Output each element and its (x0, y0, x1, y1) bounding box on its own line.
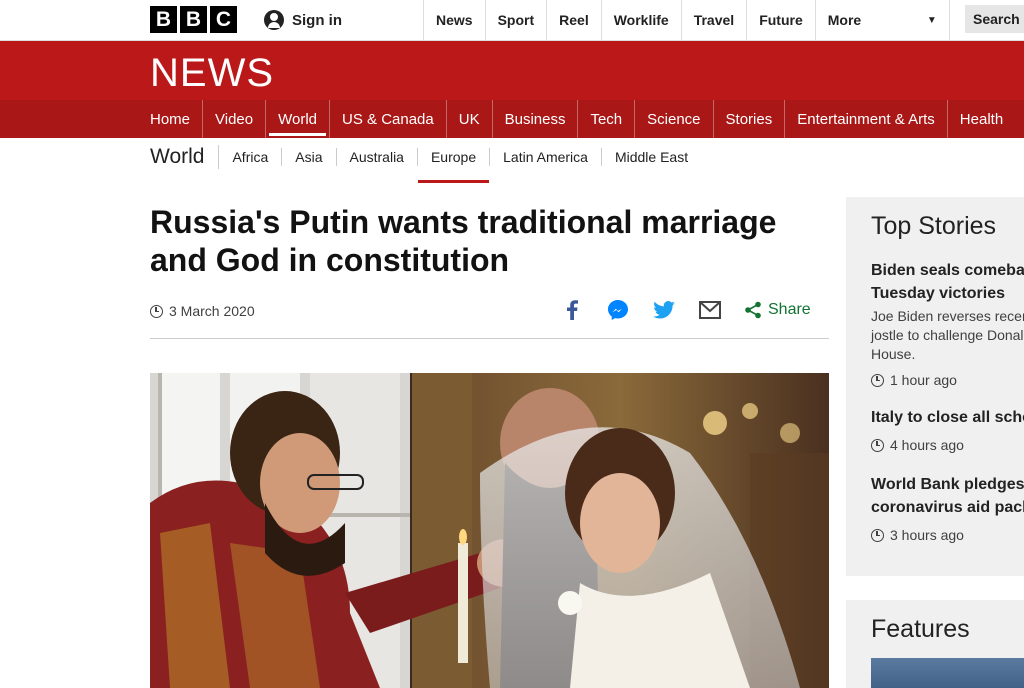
more-label: More (827, 12, 862, 28)
article-headline: Russia's Putin wants traditional marriag… (150, 204, 777, 278)
subnav-middle-east[interactable]: Middle East (602, 148, 701, 166)
news-nav-uk[interactable]: UK (445, 100, 492, 138)
subnav-africa[interactable]: Africa (219, 148, 283, 166)
subnav-europe[interactable]: Europe (417, 148, 491, 183)
facebook-icon[interactable] (560, 298, 584, 322)
top-story-title[interactable]: World Bank pledges $12bn coronavirus aid… (871, 473, 1024, 519)
news-nav: Home Video World US & Canada UK Business… (0, 100, 1024, 138)
clock-icon (871, 373, 884, 387)
clock-icon (150, 304, 163, 318)
news-nav-science[interactable]: Science (634, 100, 712, 138)
news-nav-business[interactable]: Business (491, 100, 578, 138)
top-nav-travel[interactable]: Travel (680, 0, 746, 40)
bbc-logo[interactable]: B B C (150, 6, 237, 33)
subnav-australia[interactable]: Australia (337, 148, 418, 166)
top-nav-future[interactable]: Future (746, 0, 815, 40)
news-nav-tech[interactable]: Tech (577, 100, 634, 138)
news-nav-video[interactable]: Video (202, 100, 265, 138)
news-nav-us-canada[interactable]: US & Canada (329, 100, 446, 138)
top-nav-news[interactable]: News (423, 0, 485, 40)
top-story-time-text: 4 hours ago (890, 437, 964, 453)
feature-thumbnail[interactable] (871, 658, 1024, 688)
divider (150, 338, 829, 339)
section-title[interactable]: World (150, 145, 220, 169)
top-story-title[interactable]: Italy to close all schools (871, 406, 1024, 429)
top-story-time-text: 1 hour ago (890, 372, 957, 388)
sign-in-label: Sign in (292, 11, 342, 29)
bbc-masthead: B B C Sign in News Sport Reel Worklife T… (0, 0, 1024, 41)
top-story-time: 4 hours ago (871, 437, 1024, 453)
share-icon (745, 301, 761, 319)
news-nav-stories[interactable]: Stories (712, 100, 785, 138)
messenger-icon[interactable] (606, 298, 630, 322)
share-label: Share (768, 301, 811, 318)
email-icon[interactable] (698, 298, 722, 322)
top-nav-sport[interactable]: Sport (484, 0, 547, 40)
top-nav-reel[interactable]: Reel (546, 0, 601, 40)
share-button[interactable]: Share (744, 301, 811, 319)
news-wordmark[interactable]: NEWS (150, 51, 274, 96)
clock-icon (871, 528, 884, 542)
logo-letter-b2: B (180, 6, 207, 33)
subnav-asia[interactable]: Asia (282, 148, 337, 166)
top-story-item[interactable]: Biden seals comeback with Super Tuesday … (871, 259, 1024, 388)
user-icon (264, 10, 284, 30)
subnav-latin-america[interactable]: Latin America (490, 148, 602, 166)
features-panel: Features (846, 600, 1024, 688)
top-nav: News Sport Reel Worklife Travel Future M… (423, 0, 950, 40)
news-nav-entertainment[interactable]: Entertainment & Arts (784, 100, 947, 138)
article-hero-image (150, 373, 829, 688)
top-stories-heading: Top Stories (871, 212, 997, 240)
share-tools: Share (560, 298, 811, 322)
top-stories-panel: Top Stories Biden seals comeback with Su… (846, 197, 1024, 576)
clock-icon (871, 438, 884, 452)
top-story-time: 1 hour ago (871, 372, 1024, 388)
top-story-item[interactable]: Italy to close all schools 4 hours ago (871, 406, 1024, 453)
top-nav-more[interactable]: More ▼ (814, 0, 950, 40)
features-heading: Features (871, 615, 970, 643)
news-banner: NEWS Home Video World US & Canada UK Bus… (0, 41, 1024, 138)
article-date-text: 3 March 2020 (169, 303, 255, 319)
section-subnav: World Africa Asia Australia Europe Latin… (150, 138, 701, 183)
news-nav-health[interactable]: Health (946, 100, 1015, 138)
caret-down-icon: ▼ (926, 14, 937, 26)
news-nav-home[interactable]: Home (150, 100, 202, 138)
top-story-summary: Joe Biden reverses recent losses as Demo… (871, 308, 1024, 362)
top-story-time: 3 hours ago (871, 527, 1024, 543)
top-story-title[interactable]: Biden seals comeback with Super Tuesday … (871, 259, 1024, 305)
search-button[interactable]: Search (965, 5, 1024, 33)
news-nav-world[interactable]: World (265, 100, 329, 138)
top-story-item[interactable]: World Bank pledges $12bn coronavirus aid… (871, 473, 1024, 543)
sign-in-link[interactable]: Sign in (264, 10, 342, 30)
logo-letter-c: C (210, 6, 237, 33)
article-date: 3 March 2020 (150, 303, 255, 319)
top-story-time-text: 3 hours ago (890, 527, 964, 543)
twitter-icon[interactable] (652, 298, 676, 322)
logo-letter-b1: B (150, 6, 177, 33)
top-nav-worklife[interactable]: Worklife (600, 0, 681, 40)
